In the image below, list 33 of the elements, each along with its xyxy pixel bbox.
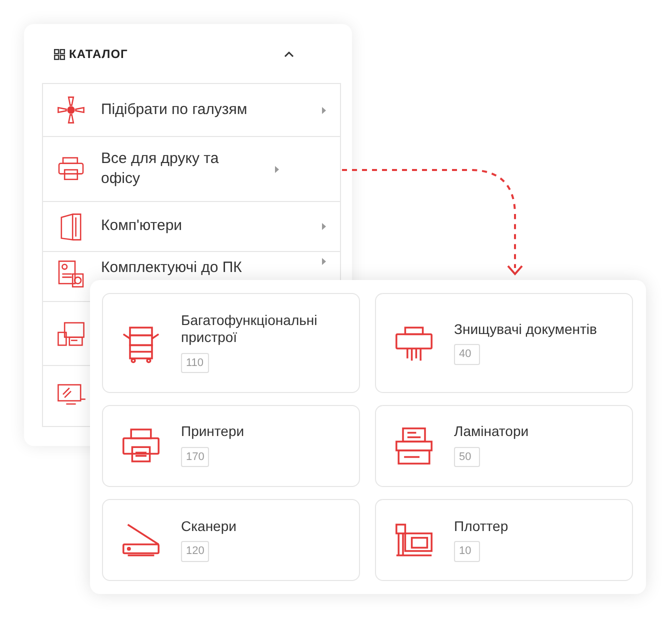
subcategory-card[interactable]: Плоттер 10 <box>375 498 633 581</box>
item-count: 170 <box>181 446 210 468</box>
emblem-icon <box>55 94 87 126</box>
item-count: 40 <box>454 344 480 365</box>
subcategory-card[interactable]: Багатофункціональні пристрої 110 <box>102 293 360 393</box>
subcategory-card[interactable]: Сканери 120 <box>102 498 360 581</box>
chevron-icon[interactable] <box>284 51 294 57</box>
catalog-title: КАТАЛОГ <box>69 46 128 63</box>
subcategory-card[interactable]: Знищувачі документів 40 <box>375 293 633 393</box>
subcategory-label: Принтери <box>181 423 244 441</box>
subcategory-label: Плоттер <box>454 518 508 536</box>
item-label: Комп'ютери <box>101 216 184 236</box>
subcategory-label: Знищувачі документів <box>454 320 597 338</box>
catalog-item[interactable]: Підібрати по галузям <box>42 83 341 137</box>
grid-icon <box>54 48 65 60</box>
subcategory-label: Ламінатори <box>454 423 529 441</box>
item-count: 50 <box>454 446 480 468</box>
caret-icon <box>322 106 326 114</box>
subcategory-label: Багатофункціональні пристрої <box>181 312 318 347</box>
item-label: Комплектуючі до ПК <box>101 258 243 278</box>
item-label: Все для друку та офісу <box>101 148 220 189</box>
item-count: 120 <box>181 541 210 562</box>
caret-icon <box>322 223 326 230</box>
caret-icon <box>275 166 279 172</box>
subcategory-label: Сканери <box>181 518 236 536</box>
subcategory-card[interactable]: Принтери 170 <box>102 404 360 487</box>
caret-icon <box>322 258 326 265</box>
catalog-item[interactable]: Все для друку та офісу <box>42 136 341 202</box>
item-label: Підібрати по галузям <box>101 100 248 120</box>
item-count: 10 <box>454 541 480 562</box>
subcategory-card[interactable]: Ламінатори 50 <box>375 404 633 487</box>
catalog-item[interactable]: Комп'ютери <box>42 201 341 252</box>
item-count: 110 <box>181 352 209 374</box>
